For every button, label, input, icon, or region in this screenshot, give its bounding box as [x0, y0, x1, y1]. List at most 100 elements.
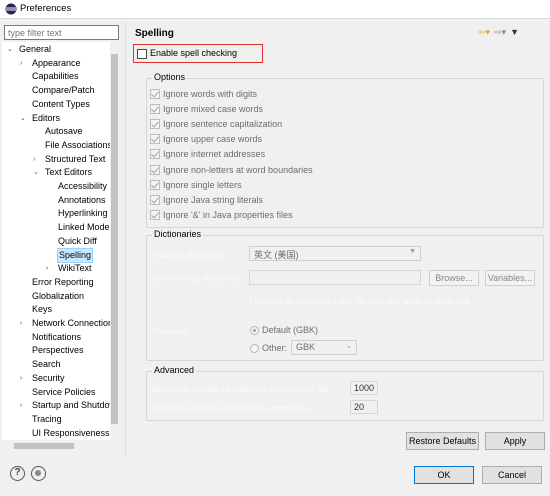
- collapsed-chevron-icon[interactable]: ›: [33, 153, 35, 166]
- view-menu-icon[interactable]: ▼: [510, 27, 519, 37]
- tree-item-label: File Associations: [45, 139, 110, 150]
- option-label: Ignore non-letters at word boundaries: [163, 164, 313, 175]
- tree-item-label: Compare/Patch: [32, 85, 95, 96]
- user-dictionary-input[interactable]: [249, 270, 421, 285]
- title-bar: Preferences: [0, 0, 550, 19]
- tree-item-label: Notifications: [32, 331, 82, 342]
- splitter[interactable]: [125, 22, 126, 454]
- record-macro-icon[interactable]: [31, 466, 46, 481]
- ok-button[interactable]: OK: [414, 466, 474, 484]
- tree-item-label: Linked Mode: [58, 222, 110, 233]
- option-label: Ignore sentence capitalization: [163, 119, 283, 130]
- chevron-down-icon: ▼: [409, 248, 416, 255]
- group-legend: Dictionaries: [152, 229, 204, 239]
- tree-item-label: Content Types: [32, 98, 90, 109]
- variables-button[interactable]: Variables...: [485, 270, 535, 286]
- default-encoding-radio[interactable]: [250, 326, 259, 335]
- restore-defaults-button[interactable]: Restore Defaults: [406, 432, 479, 450]
- other-encoding-select[interactable]: GBK ⌄: [291, 340, 357, 355]
- platform-dictionary-select[interactable]: 英文 (美国) ▼: [249, 246, 421, 261]
- tree-item-label: General: [19, 44, 52, 54]
- tree-item-label: Search: [32, 359, 61, 370]
- expanded-chevron-icon[interactable]: ⌄: [7, 43, 13, 56]
- tree-item-label: Structured Text: [45, 153, 106, 164]
- tree-item-label: Globalization: [32, 290, 85, 301]
- max-proposals-input[interactable]: 20: [350, 400, 378, 414]
- help-icon[interactable]: ?: [10, 466, 25, 481]
- encoding-label: Encoding:: [152, 326, 190, 336]
- enable-spell-checking-checkbox[interactable]: Enable spell checking: [133, 44, 263, 63]
- expanded-chevron-icon[interactable]: ⌄: [20, 112, 26, 125]
- tree-item-label: Network Connections: [32, 318, 110, 328]
- tree-vertical-scrollbar[interactable]: [110, 42, 119, 440]
- forward-arrow-icon[interactable]: ⇨▾: [494, 27, 506, 37]
- window-title: Preferences: [20, 3, 72, 14]
- select-value: GBK: [296, 342, 316, 352]
- tree-item-label: Annotations: [58, 194, 106, 205]
- checkbox[interactable]: [150, 89, 160, 99]
- chevron-down-icon: ⌄: [346, 343, 352, 350]
- max-problems-label: Maximum number of problems reported per …: [152, 384, 332, 394]
- preference-tree[interactable]: ⌄ General › Appearance Capabilities Compare/P…: [2, 42, 110, 440]
- tree-item-label: UI Responsiveness: [32, 427, 110, 438]
- tree-item-label: Autosave: [45, 126, 83, 137]
- option-label: Ignore '&' in Java properties files: [163, 209, 293, 220]
- cancel-button[interactable]: Cancel: [482, 466, 542, 484]
- other-encoding-radio[interactable]: [250, 344, 259, 353]
- scroll-thumb[interactable]: [111, 54, 118, 424]
- tree-item-label: Editors: [32, 112, 61, 123]
- tree-item-label: Capabilities: [32, 71, 79, 82]
- tree-item-label: Quick Diff: [58, 235, 97, 246]
- tree-item-label: Appearance: [32, 57, 81, 68]
- max-proposals-label: Maximum number of correction proposals:: [152, 403, 311, 413]
- scroll-thumb[interactable]: [14, 443, 74, 449]
- checkbox[interactable]: [150, 104, 160, 115]
- group-legend: Options: [152, 72, 188, 82]
- tree-item-label: Tracing: [32, 413, 62, 424]
- back-arrow-icon[interactable]: ⇦▾: [478, 27, 490, 37]
- checkbox[interactable]: [150, 194, 160, 205]
- tree-item-label: Perspectives: [32, 345, 84, 356]
- expanded-chevron-icon[interactable]: ⌄: [33, 166, 39, 179]
- option-label: Ignore single letters: [163, 179, 242, 190]
- tree-horizontal-scrollbar[interactable]: [2, 441, 119, 451]
- checkbox[interactable]: [150, 149, 160, 160]
- option-label: Ignore Java string literals: [163, 194, 264, 205]
- option-label: Ignore upper case words: [163, 134, 263, 145]
- tree-item-label: Keys: [32, 304, 53, 315]
- checkbox-label: Enable spell checking: [150, 48, 238, 58]
- filter-input[interactable]: [4, 25, 119, 40]
- checkbox[interactable]: [150, 134, 160, 145]
- max-problems-input[interactable]: 1000: [350, 381, 378, 395]
- collapsed-chevron-icon[interactable]: ›: [20, 57, 22, 70]
- default-encoding-label: Default (GBK): [262, 325, 319, 335]
- eclipse-app-icon: [5, 3, 17, 15]
- user-dictionary-label: User defined dictionary:: [152, 273, 242, 283]
- dialog-button-bar: ? OK Cancel: [0, 456, 550, 496]
- browse-button[interactable]: Browse...: [429, 270, 479, 286]
- tree-item-label: Service Policies: [32, 386, 96, 397]
- checkbox[interactable]: [150, 119, 160, 130]
- page-navigation: ⇦▾ ⇨▾ ▼: [478, 27, 523, 38]
- option-label: Ignore words with digits: [163, 89, 258, 99]
- option-label: Ignore mixed case words: [163, 104, 264, 115]
- user-dictionary-hint: The user dictionary is a text file with …: [249, 296, 470, 306]
- tree-item-label: WikiText: [58, 263, 92, 274]
- checkbox[interactable]: [150, 179, 160, 190]
- other-encoding-label: Other:: [262, 343, 288, 353]
- collapsed-chevron-icon[interactable]: ›: [20, 372, 22, 385]
- checkbox[interactable]: [150, 209, 160, 220]
- group-legend: Advanced: [152, 365, 197, 375]
- tree-item-label: Error Reporting: [32, 276, 94, 287]
- select-value: 英文 (美国): [254, 250, 299, 260]
- collapsed-chevron-icon[interactable]: ›: [20, 317, 22, 330]
- tree-item-label: Text Editors: [45, 167, 93, 178]
- collapsed-chevron-icon[interactable]: ›: [20, 399, 22, 412]
- apply-button[interactable]: Apply: [485, 432, 545, 450]
- page-title: Spelling: [135, 28, 174, 39]
- collapsed-chevron-icon[interactable]: ›: [46, 262, 48, 275]
- platform-dictionary-label: Platform dictionary:: [152, 250, 225, 260]
- checkbox[interactable]: [137, 49, 147, 59]
- checkbox[interactable]: [150, 164, 160, 175]
- tree-item-label: Spelling: [56, 247, 94, 263]
